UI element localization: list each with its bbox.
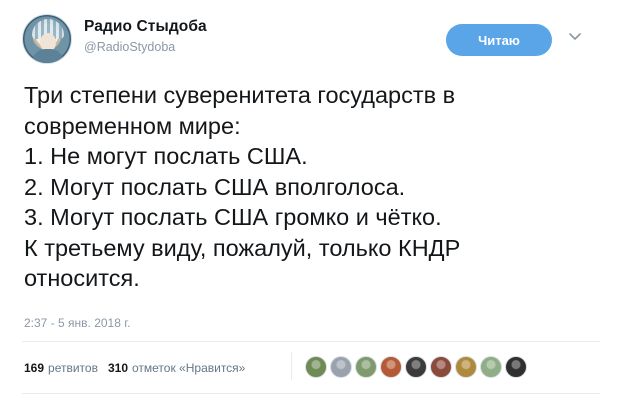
tweet-line: относится. xyxy=(24,265,140,291)
tweet-line: 3. Могут послать США громко и чётко. xyxy=(24,204,442,230)
liker-avatar-2[interactable] xyxy=(330,356,352,378)
liker-avatar-3[interactable] xyxy=(355,356,377,378)
likes-count[interactable]: 310 xyxy=(108,361,128,375)
likes-label[interactable]: отметок «Нравится» xyxy=(132,361,245,375)
liker-avatar-1[interactable] xyxy=(305,356,327,378)
liker-avatar-5[interactable] xyxy=(405,356,427,378)
liker-avatar-9[interactable] xyxy=(505,356,527,378)
tweet-line: 1. Не могут послать США. xyxy=(24,143,308,169)
author-handle[interactable]: @RadioStydoba xyxy=(84,40,175,54)
tweet-line: К третьему виду, пожалуй, только КНДР xyxy=(24,234,461,261)
author-avatar[interactable] xyxy=(22,14,72,64)
liker-avatar-7[interactable] xyxy=(455,356,477,378)
divider xyxy=(22,341,600,342)
tweet-line: 2. Могут послать США вполголоса. xyxy=(24,173,406,200)
tweet-stats: 169 ретвитов 310 отметок «Нравится» xyxy=(24,360,245,376)
retweets-count[interactable]: 169 xyxy=(24,361,44,375)
liker-avatar-4[interactable] xyxy=(380,356,402,378)
author-name[interactable]: Радио Стыдоба xyxy=(84,18,207,36)
tweet-timestamp[interactable]: 2:37 - 5 янв. 2018 г. xyxy=(24,316,130,330)
avatar-dress xyxy=(33,49,63,63)
liker-avatars xyxy=(305,356,527,378)
stats-separator xyxy=(291,352,292,380)
tweet-line: Три степени суверенитета государств в xyxy=(24,82,456,108)
tweet-text: Три степени суверенитета государств в со… xyxy=(24,80,604,294)
liker-avatar-8[interactable] xyxy=(480,356,502,378)
liker-avatar-6[interactable] xyxy=(430,356,452,378)
following-button[interactable]: Читаю xyxy=(446,24,552,56)
divider xyxy=(22,393,600,394)
chevron-down-icon[interactable] xyxy=(568,30,582,44)
retweets-label[interactable]: ретвитов xyxy=(48,361,98,375)
tweet-card: Радио Стыдоба @RadioStydoba Читаю Три ст… xyxy=(0,0,618,403)
tweet-line: современном мире: xyxy=(24,112,241,139)
